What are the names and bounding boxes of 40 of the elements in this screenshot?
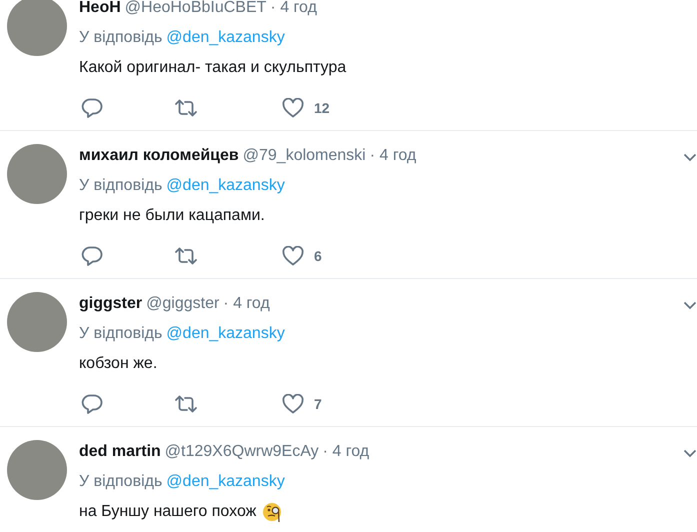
reply-label: У відповідь: [79, 177, 162, 195]
mention-link[interactable]: @den_kazansky: [166, 325, 285, 343]
heart-icon[interactable]: [282, 246, 304, 266]
timestamp[interactable]: · 4 год: [223, 295, 270, 313]
like-count: 7: [314, 396, 322, 412]
retweet-icon[interactable]: [174, 395, 198, 413]
user-handle[interactable]: @t129X6Qwrw9EcAy: [164, 443, 319, 461]
mention-link[interactable]: @den_kazansky: [166, 29, 285, 47]
mention-link[interactable]: @den_kazansky: [166, 473, 285, 491]
user-handle[interactable]: @НеоНоВbIuСВЕТ: [124, 0, 266, 17]
tweet-text: кобзон же.: [79, 355, 158, 373]
heart-icon[interactable]: [282, 394, 304, 414]
like-count: 12: [314, 100, 330, 116]
heart-icon[interactable]: [282, 98, 304, 118]
user-handle[interactable]: @79_kolomenski: [242, 147, 366, 165]
reply-label: У відповідь: [79, 325, 162, 343]
retweet-icon[interactable]: [174, 247, 198, 265]
user-handle[interactable]: @giggster: [146, 295, 220, 313]
user-name[interactable]: михаил коломейцев: [79, 147, 239, 165]
user-name[interactable]: НеоН: [79, 0, 121, 17]
reply-label: У відповідь: [79, 29, 162, 47]
chevron-down-icon[interactable]: [683, 301, 697, 310]
timestamp[interactable]: · 4 год: [270, 0, 317, 17]
timestamp[interactable]: · 4 год: [370, 147, 416, 165]
reply-label: У відповідь: [79, 473, 162, 491]
tweet-text: греки не были кацапами.: [79, 207, 265, 225]
reply-icon[interactable]: [81, 394, 103, 414]
tweet-text: на Буншу нашего похож: [79, 503, 256, 521]
reply-icon[interactable]: [81, 98, 103, 118]
user-name[interactable]: giggster: [79, 295, 142, 313]
user-name[interactable]: ded martin: [79, 443, 161, 461]
like-count: 6: [314, 248, 322, 264]
chevron-down-icon[interactable]: [683, 153, 697, 162]
reply-icon[interactable]: [81, 246, 103, 266]
mention-link[interactable]: @den_kazansky: [166, 177, 285, 195]
tweet-text: Какой оригинал- такая и скульптура: [79, 59, 346, 77]
retweet-icon[interactable]: [174, 99, 198, 117]
timestamp[interactable]: · 4 год: [322, 443, 370, 461]
avatar-photo-placeholder[interactable]: [7, 0, 67, 56]
chevron-down-icon[interactable]: [683, 449, 697, 458]
